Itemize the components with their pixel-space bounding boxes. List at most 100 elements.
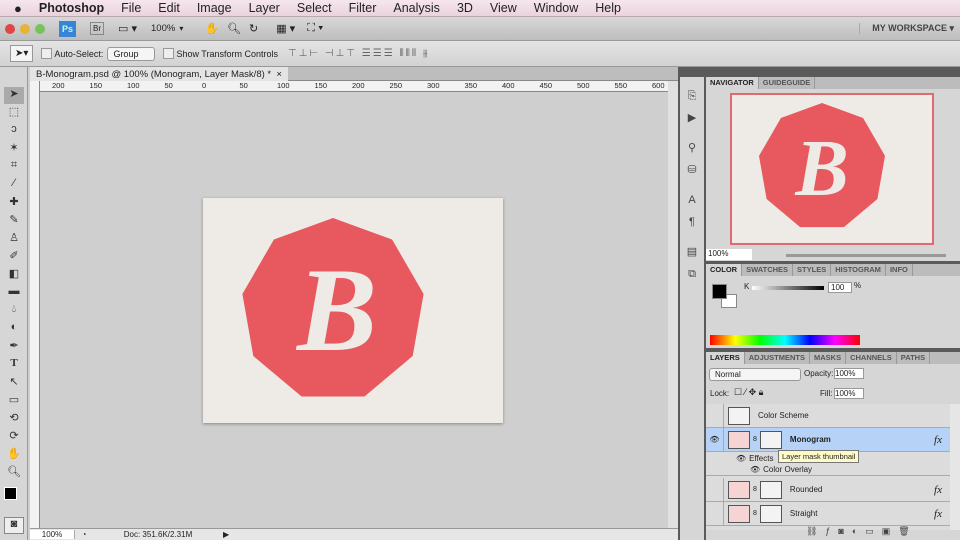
- eyedropper-icon[interactable]: ⁄: [4, 177, 24, 194]
- k-slider[interactable]: [752, 286, 824, 290]
- layer-row-straight[interactable]: 8 Straight fx: [706, 501, 950, 526]
- notes-panel-icon[interactable]: ▤: [680, 241, 704, 263]
- layer-mask-thumbnail[interactable]: [759, 480, 782, 499]
- layer-row-color-scheme[interactable]: Color Scheme: [706, 403, 950, 428]
- brushes-panel-icon[interactable]: ⚲: [680, 137, 704, 159]
- document-canvas[interactable]: B: [203, 198, 503, 423]
- layer-row-rounded[interactable]: 8 Rounded fx: [706, 477, 950, 502]
- menu-window[interactable]: Window: [534, 1, 578, 15]
- menu-select[interactable]: Select: [297, 1, 332, 15]
- layer-mask-thumbnail[interactable]: [759, 430, 782, 449]
- move-tool-preset-icon[interactable]: ➤▾: [10, 45, 34, 62]
- layer-row-monogram[interactable]: 👁︎ 8 Monogram fx: [706, 427, 950, 452]
- history-brush-icon[interactable]: ✐: [4, 249, 24, 266]
- tab-paths[interactable]: PATHS: [897, 352, 931, 364]
- lock-buttons-icon[interactable]: ☐ ⁄ ✥ 🔒︎: [734, 387, 763, 398]
- history-panel-icon[interactable]: ⎘: [680, 85, 704, 107]
- move-tool-icon[interactable]: ➤: [4, 87, 24, 104]
- rotate-view-icon[interactable]: ↻: [249, 22, 258, 35]
- menu-3d[interactable]: 3D: [457, 1, 473, 15]
- brush-tool-icon[interactable]: ✎: [4, 213, 24, 230]
- auto-select-checkbox[interactable]: [41, 48, 53, 59]
- workspace-switcher[interactable]: MY WORKSPACE ▾: [859, 23, 954, 34]
- effects-eye-icon[interactable]: 👁︎: [736, 454, 746, 463]
- color-spectrum-ramp[interactable]: [710, 335, 860, 345]
- bridge-button[interactable]: Br: [90, 22, 105, 35]
- auto-select-target-select[interactable]: Group: [107, 46, 156, 61]
- zoom-level-select[interactable]: 100%: [151, 23, 175, 34]
- blend-mode-select[interactable]: Normal: [709, 368, 801, 381]
- zoom-window-button[interactable]: [35, 23, 45, 34]
- tab-channels[interactable]: CHANNELS: [846, 352, 897, 364]
- layer-comps-icon[interactable]: ⧉: [680, 263, 704, 285]
- tab-info[interactable]: INFO: [886, 264, 913, 276]
- screen-mode-icon[interactable]: ⛶ ▾: [307, 22, 323, 35]
- tab-adjustments[interactable]: ADJUSTMENTS: [745, 352, 810, 364]
- menu-photoshop[interactable]: Photoshop: [39, 1, 104, 15]
- path-selection-icon[interactable]: ↖: [4, 375, 24, 392]
- foreground-color[interactable]: [4, 487, 17, 500]
- status-preview-icon[interactable]: ◔: [75, 530, 93, 539]
- navigator-preview[interactable]: B: [730, 93, 934, 245]
- navigator-zoom-field[interactable]: 100%: [706, 249, 752, 260]
- character-panel-icon[interactable]: A: [680, 189, 704, 211]
- vertical-scrollbar[interactable]: [668, 81, 678, 528]
- minimize-window-button[interactable]: [20, 23, 30, 34]
- fx-icon[interactable]: fx: [934, 484, 942, 496]
- foreground-color-swatch[interactable]: [712, 284, 727, 299]
- marquee-tool-icon[interactable]: ⬚: [4, 105, 24, 122]
- lasso-tool-icon[interactable]: ↄ: [4, 123, 24, 140]
- opacity-field[interactable]: 100%: [834, 368, 864, 379]
- layer-thumbnail[interactable]: [728, 430, 750, 449]
- tab-layers[interactable]: LAYERS: [706, 352, 745, 364]
- tab-swatches[interactable]: SWATCHES: [742, 264, 794, 276]
- crop-tool-icon[interactable]: ⌗: [4, 159, 24, 176]
- show-transform-checkbox[interactable]: [163, 48, 175, 59]
- fx-icon[interactable]: fx: [934, 508, 942, 520]
- menu-view[interactable]: View: [490, 1, 517, 15]
- visibility-toggle[interactable]: [706, 477, 724, 502]
- 3d-orbit-icon[interactable]: ⟳: [4, 429, 24, 446]
- close-window-button[interactable]: [5, 23, 15, 34]
- navigator-zoom-slider[interactable]: [786, 254, 946, 257]
- menu-image[interactable]: Image: [197, 1, 232, 15]
- color-overlay-row[interactable]: 👁︎ Color Overlay: [706, 464, 950, 476]
- type-tool-icon[interactable]: T: [4, 357, 24, 374]
- layer-thumbnail[interactable]: [728, 480, 750, 499]
- tab-styles[interactable]: STYLES: [793, 264, 832, 276]
- paragraph-panel-icon[interactable]: ¶: [680, 211, 704, 233]
- tab-masks[interactable]: MASKS: [810, 352, 847, 364]
- align-buttons-icon[interactable]: ⊤⊥⊢ ⊣⊥⊤ ☰☰☰ ⫴⫴⫴ ⫵: [288, 48, 429, 59]
- 3d-rotate-icon[interactable]: ⟲: [4, 411, 24, 428]
- menu-file[interactable]: File: [121, 1, 141, 15]
- shape-tool-icon[interactable]: ▭: [4, 393, 24, 410]
- hand-tool-icon[interactable]: ✋: [4, 447, 24, 464]
- zoom-tool-icon[interactable]: 🔍︎: [227, 22, 241, 35]
- stamp-tool-icon[interactable]: ♙: [4, 231, 24, 248]
- layer-actions-icons[interactable]: ⛓ƒ◙◐▭▣🗑︎: [806, 526, 918, 537]
- close-tab-icon[interactable]: ×: [276, 69, 282, 80]
- document-tab[interactable]: B-Monogram.psd @ 100% (Monogram, Layer M…: [30, 67, 288, 81]
- tab-color[interactable]: COLOR: [706, 264, 743, 276]
- menu-analysis[interactable]: Analysis: [393, 1, 440, 15]
- hand-tool-icon[interactable]: ✋: [205, 22, 219, 35]
- tab-navigator[interactable]: NAVIGATOR: [706, 77, 759, 89]
- menu-filter[interactable]: Filter: [349, 1, 377, 15]
- visibility-toggle[interactable]: [706, 501, 724, 526]
- layer-mask-thumbnail[interactable]: [759, 504, 782, 523]
- quick-mask-icon[interactable]: ◙: [4, 517, 24, 534]
- arrange-documents-icon[interactable]: ▦ ▾: [276, 22, 295, 35]
- blur-tool-icon[interactable]: 💧︎: [4, 303, 24, 320]
- k-value-field[interactable]: 100: [828, 282, 852, 293]
- magic-wand-icon[interactable]: ✶: [4, 141, 24, 158]
- visibility-toggle[interactable]: [706, 403, 724, 428]
- menu-help[interactable]: Help: [595, 1, 621, 15]
- actions-panel-icon[interactable]: ▶: [680, 107, 704, 129]
- healing-brush-icon[interactable]: ✚: [4, 195, 24, 212]
- zoom-tool-icon[interactable]: 🔍︎: [4, 465, 24, 482]
- layer-thumbnail[interactable]: [728, 504, 750, 523]
- visibility-eye-icon[interactable]: 👁︎: [706, 427, 724, 452]
- fill-field[interactable]: 100%: [834, 388, 864, 399]
- layer-thumbnail[interactable]: [728, 406, 750, 425]
- fx-icon[interactable]: fx: [934, 434, 942, 446]
